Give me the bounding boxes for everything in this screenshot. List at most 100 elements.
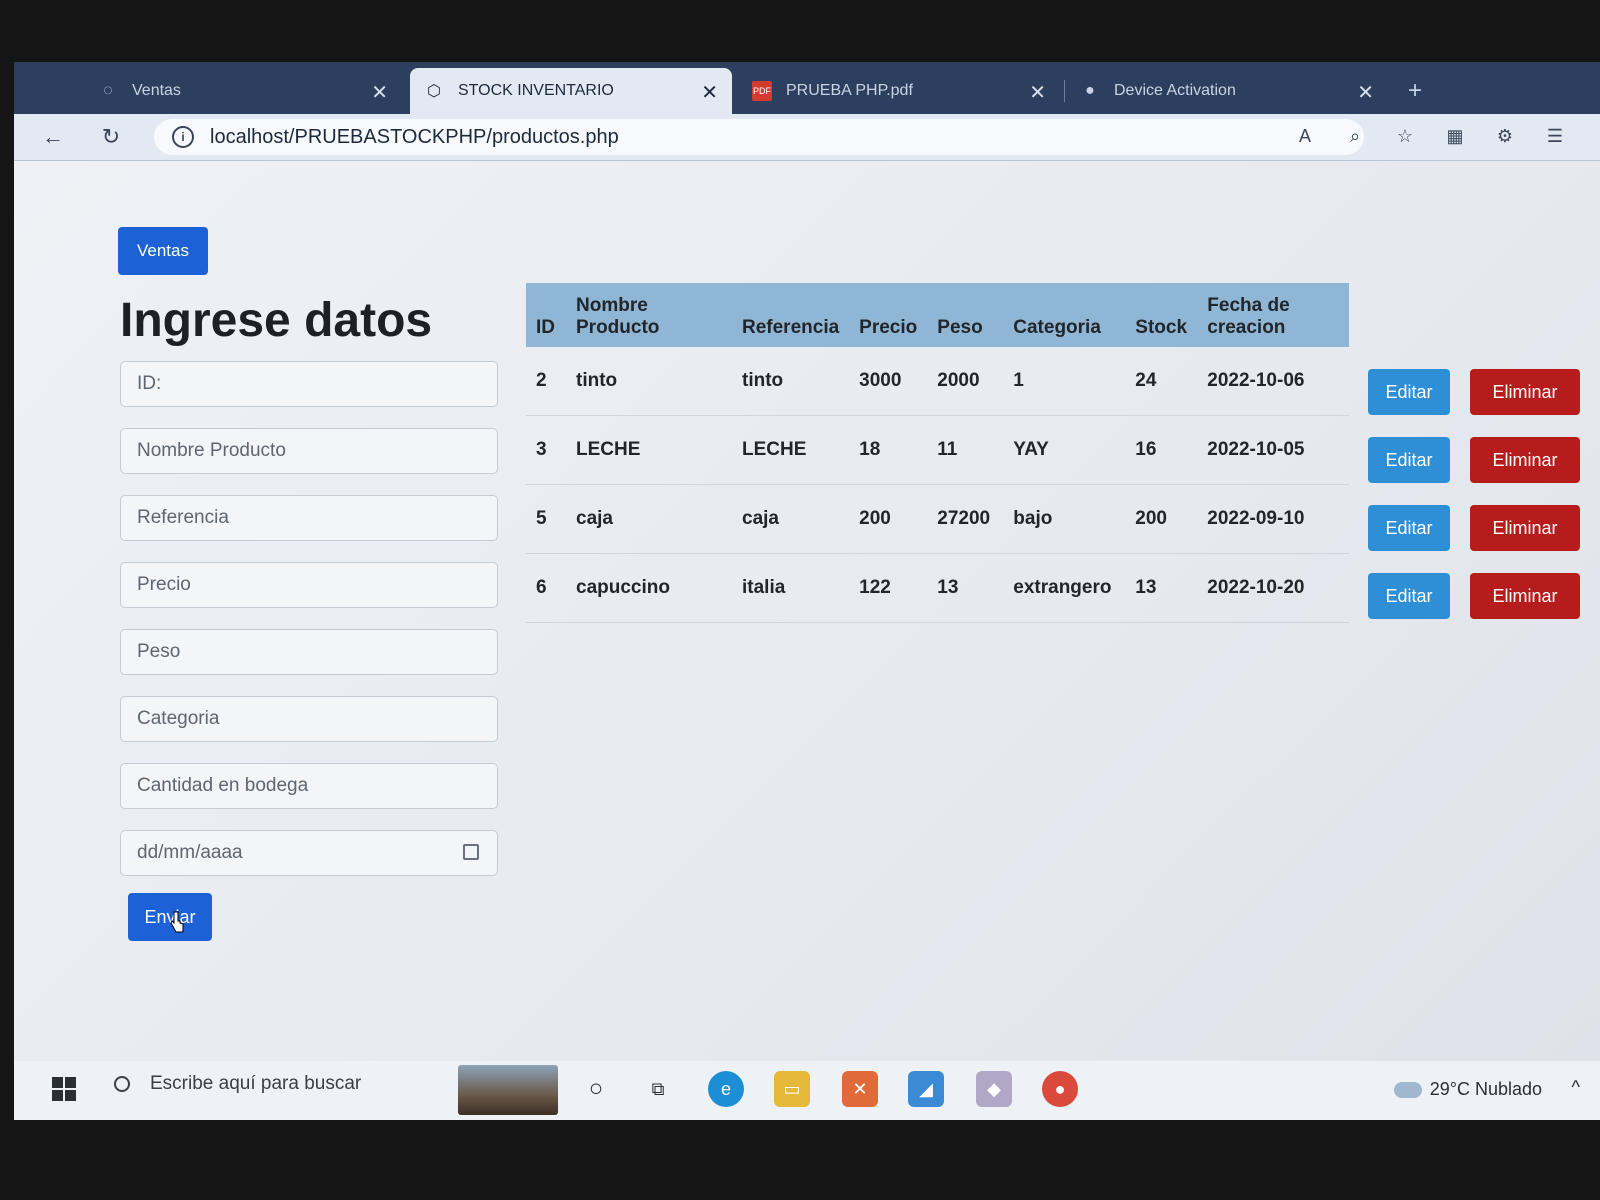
eliminar-button[interactable]: Eliminar bbox=[1470, 369, 1580, 415]
file-explorer-icon[interactable]: ▭ bbox=[774, 1071, 810, 1107]
referencia-field[interactable]: Referencia bbox=[120, 495, 498, 541]
cell-precio: 200 bbox=[849, 484, 928, 554]
calendar-icon[interactable] bbox=[463, 844, 479, 860]
eliminar-button[interactable]: Eliminar bbox=[1470, 573, 1580, 619]
editar-button[interactable]: Editar bbox=[1368, 505, 1450, 551]
cell-peso: 13 bbox=[927, 553, 1004, 623]
header-referencia: Referencia bbox=[742, 317, 840, 338]
cell-fecha: 2022-09-10 bbox=[1197, 484, 1350, 554]
github-icon: ● bbox=[1085, 82, 1095, 99]
table-row: 5 caja caja 200 27200 bajo 200 2022-09-1… bbox=[526, 484, 1350, 554]
eliminar-button[interactable]: Eliminar bbox=[1470, 437, 1580, 483]
vscode-icon[interactable]: ◢ bbox=[908, 1071, 944, 1107]
new-tab-icon[interactable]: + bbox=[1394, 68, 1434, 114]
windows-taskbar: Escribe aquí para buscar ○ ⧉ e ▭ ✕ ◢ ◆ ●… bbox=[14, 1061, 1600, 1120]
cell-fecha: 2022-10-05 bbox=[1197, 415, 1350, 485]
windows-start-icon[interactable] bbox=[52, 1077, 76, 1101]
cell-precio: 18 bbox=[849, 415, 928, 485]
table-row: 6 capuccino italia 122 13 extrangero 13 … bbox=[526, 553, 1350, 623]
cell-categoria: 1 bbox=[1003, 347, 1126, 416]
tab-prueba-pdf[interactable]: PDF PRUEBA PHP.pdf ✕ bbox=[738, 68, 1060, 114]
address-bar[interactable]: i localhost/PRUEBASTOCKPHP/productos.php bbox=[154, 119, 1364, 155]
cell-peso: 2000 bbox=[927, 347, 1004, 416]
product-form: ID: Nombre Producto Referencia Precio Pe… bbox=[120, 361, 500, 897]
categoria-field[interactable]: Categoria bbox=[120, 696, 498, 742]
table-row: 3 LECHE LECHE 18 11 YAY 16 2022-10-05 bbox=[526, 415, 1350, 485]
cell-peso: 11 bbox=[927, 415, 1004, 485]
editar-button[interactable]: Editar bbox=[1368, 369, 1450, 415]
tab-title: Device Activation bbox=[1114, 82, 1236, 99]
edge-icon[interactable]: e bbox=[708, 1071, 744, 1107]
zoom-icon[interactable]: ⌕ bbox=[1340, 121, 1370, 151]
close-icon[interactable]: ✕ bbox=[371, 80, 388, 105]
cell-stock: 16 bbox=[1125, 415, 1198, 485]
cell-id: 6 bbox=[526, 553, 566, 623]
toolbar-icons: A ⌕ ☆ ▦ ⚙ ☰ bbox=[1290, 121, 1570, 151]
info-icon: i bbox=[172, 126, 194, 148]
nombre-producto-field[interactable]: Nombre Producto bbox=[120, 428, 498, 474]
url-text: localhost/PRUEBASTOCKPHP/productos.php bbox=[210, 125, 619, 148]
app-icon: ⬡ bbox=[427, 83, 441, 100]
tab-device-activation[interactable]: ● Device Activation ✕ bbox=[1066, 68, 1388, 114]
fecha-field[interactable]: dd/mm/aaaa bbox=[120, 830, 498, 876]
tab-title: PRUEBA PHP.pdf bbox=[786, 82, 913, 99]
cell-categoria: YAY bbox=[1003, 415, 1126, 485]
search-placeholder: Escribe aquí para buscar bbox=[150, 1073, 362, 1094]
cell-stock: 24 bbox=[1125, 347, 1198, 416]
editar-button[interactable]: Editar bbox=[1368, 437, 1450, 483]
weather-widget[interactable]: 29°C Nublado bbox=[1393, 1079, 1542, 1100]
page-content: Ventas Ingrese datos ID: Nombre Producto… bbox=[14, 161, 1600, 1061]
cell-referencia: italia bbox=[732, 553, 850, 623]
taskbar-search[interactable]: Escribe aquí para buscar bbox=[114, 1073, 361, 1095]
app-icon[interactable]: ◆ bbox=[976, 1071, 1012, 1107]
chrome-icon[interactable]: ● bbox=[1042, 1071, 1078, 1107]
browser-tab-bar: ◌ Ventas ✕ ⬡ STOCK INVENTARIO ✕ PDF PRUE… bbox=[14, 62, 1600, 114]
tab-stock-inventario[interactable]: ⬡ STOCK INVENTARIO ✕ bbox=[410, 68, 732, 114]
date-placeholder: dd/mm/aaaa bbox=[137, 842, 243, 863]
search-highlight-image[interactable] bbox=[458, 1065, 558, 1115]
favorites-list-icon[interactable]: ☰ bbox=[1540, 121, 1570, 151]
cell-precio: 122 bbox=[849, 553, 928, 623]
peso-field[interactable]: Peso bbox=[120, 629, 498, 675]
cell-referencia: tinto bbox=[732, 347, 850, 416]
settings-icon[interactable]: ⚙ bbox=[1490, 121, 1520, 151]
cell-categoria: extrangero bbox=[1003, 553, 1126, 623]
back-arrow-icon[interactable]: ← bbox=[38, 122, 68, 152]
hand-cursor-icon bbox=[170, 911, 184, 933]
close-icon[interactable]: ✕ bbox=[1357, 80, 1374, 105]
extension-icon[interactable]: ▦ bbox=[1440, 121, 1470, 151]
cell-stock: 200 bbox=[1125, 484, 1198, 554]
cell-id: 3 bbox=[526, 415, 566, 485]
cell-categoria: bajo bbox=[1003, 484, 1126, 554]
favorite-icon[interactable]: ☆ bbox=[1390, 121, 1420, 151]
cantidad-field[interactable]: Cantidad en bodega bbox=[120, 763, 498, 809]
read-aloud-icon[interactable]: A bbox=[1290, 121, 1320, 151]
browser-toolbar: ← ↻ i localhost/PRUEBASTOCKPHP/productos… bbox=[14, 114, 1600, 161]
cell-stock: 13 bbox=[1125, 553, 1198, 623]
search-icon bbox=[114, 1076, 130, 1092]
cell-nombre: capuccino bbox=[566, 553, 732, 623]
precio-field[interactable]: Precio bbox=[120, 562, 498, 608]
id-field[interactable]: ID: bbox=[120, 361, 498, 407]
header-categoria: Categoria bbox=[1013, 317, 1101, 338]
ventas-button[interactable]: Ventas bbox=[118, 227, 208, 275]
editar-button[interactable]: Editar bbox=[1368, 573, 1450, 619]
cortana-icon[interactable]: ○ bbox=[578, 1071, 614, 1107]
header-precio: Precio bbox=[859, 317, 918, 338]
cell-id: 5 bbox=[526, 484, 566, 554]
cell-precio: 3000 bbox=[849, 347, 928, 416]
close-icon[interactable]: ✕ bbox=[1029, 80, 1046, 105]
xampp-icon[interactable]: ✕ bbox=[842, 1071, 878, 1107]
task-view-icon[interactable]: ⧉ bbox=[640, 1071, 676, 1107]
header-stock: Stock bbox=[1135, 317, 1188, 338]
chevron-up-icon[interactable]: ^ bbox=[1572, 1077, 1580, 1098]
cell-fecha: 2022-10-06 bbox=[1197, 347, 1350, 416]
header-peso: Peso bbox=[937, 317, 983, 338]
refresh-icon[interactable]: ↻ bbox=[96, 122, 126, 152]
cell-referencia: caja bbox=[732, 484, 850, 554]
close-icon[interactable]: ✕ bbox=[701, 80, 718, 105]
tab-ventas[interactable]: ◌ Ventas ✕ bbox=[84, 68, 402, 114]
eliminar-button[interactable]: Eliminar bbox=[1470, 505, 1580, 551]
cell-nombre: tinto bbox=[566, 347, 732, 416]
cell-id: 2 bbox=[526, 347, 566, 416]
